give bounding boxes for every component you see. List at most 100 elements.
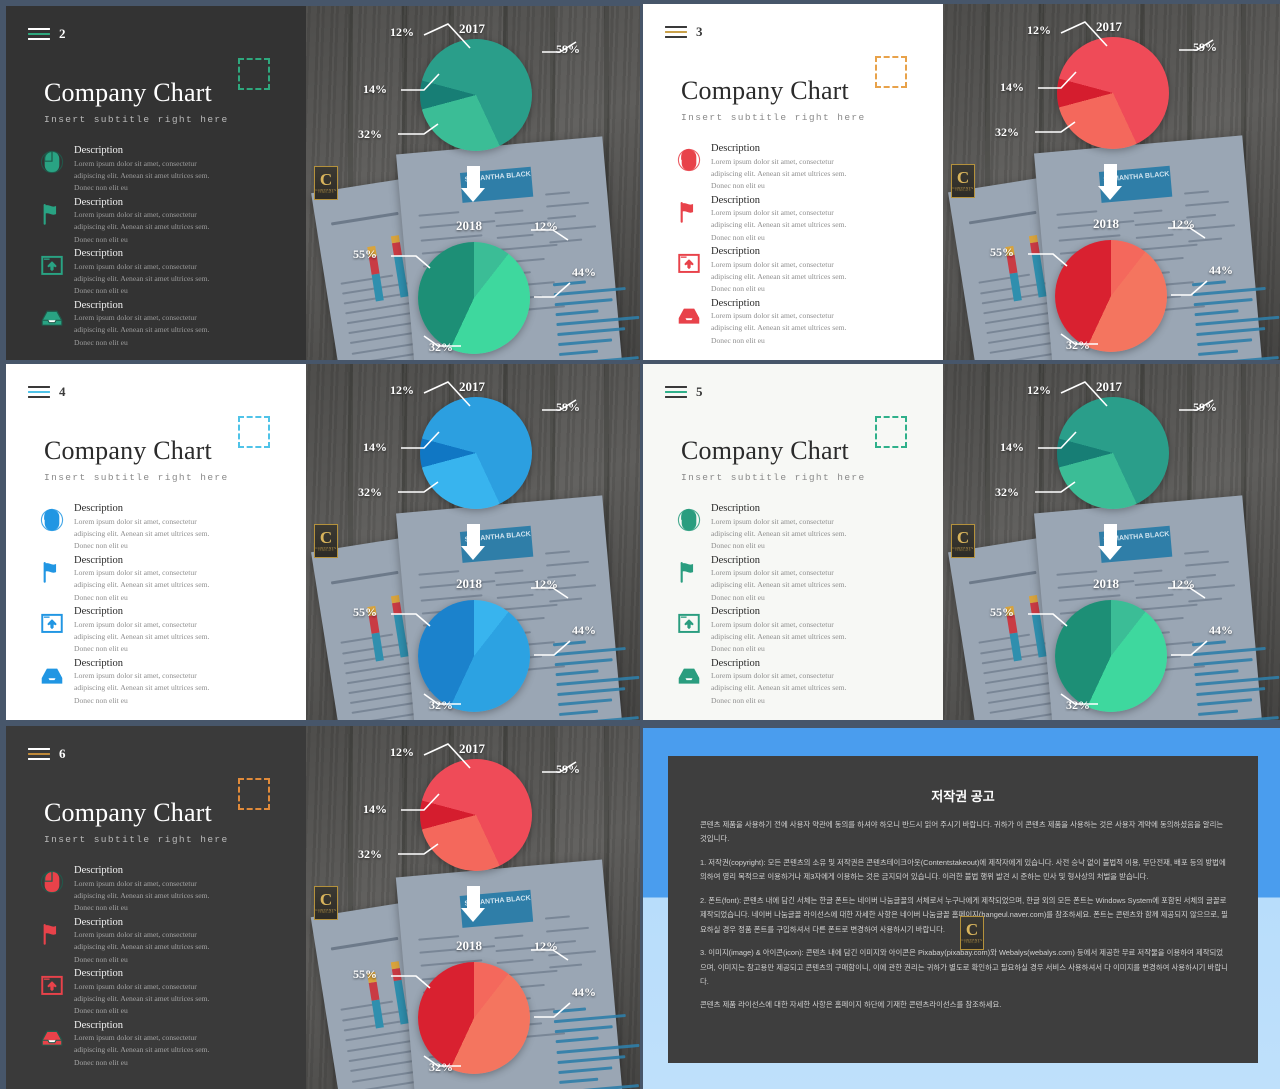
mouse-icon <box>30 502 74 538</box>
feature-item-3[interactable]: Description Lorem ipsum dolor sit amet, c… <box>30 247 282 298</box>
slide-chart-pane: SAMANTHA BLACK C CONTENTS TEMPLATE 2017 12% 59… <box>943 364 1280 720</box>
feature-heading: Description <box>711 554 760 566</box>
feature-item-2[interactable]: Description Lorem ipsum dolor sit amet, c… <box>30 196 282 247</box>
feature-item-2[interactable]: Description Lorem ipsum dolor sit amet, c… <box>667 194 919 245</box>
feature-body-line-3: Donec non elit eu <box>74 541 128 551</box>
feature-body-line-3: Donec non elit eu <box>711 232 765 242</box>
page-title: Company Chart <box>681 436 849 465</box>
upload-box-icon <box>30 247 74 283</box>
feature-body-line-2: adipiscing elit. Aenean sit amet ultrice… <box>74 1045 210 1055</box>
feature-item-3[interactable]: Description Lorem ipsum dolor sit amet, c… <box>30 967 282 1018</box>
feature-body-line-1: Lorem ipsum dolor sit amet, consectetur <box>74 619 197 629</box>
feature-body-line-2: adipiscing elit. Aenean sit amet ultrice… <box>74 890 210 900</box>
feature-body-line-3: Donec non elit eu <box>74 954 128 964</box>
feature-text: Description Lorem ipsum dolor sit amet, c… <box>74 502 282 553</box>
feature-item-3[interactable]: Description Lorem ipsum dolor sit amet, c… <box>667 245 919 296</box>
inbox-icon <box>30 299 74 335</box>
feature-item-3[interactable]: Description Lorem ipsum dolor sit amet, c… <box>30 605 282 656</box>
hamburger-bar-2 <box>28 390 50 394</box>
copyright-frame: 저작권 공고 콘텐츠 제품을 사용하기 전에 사용자 약관에 동의를 하셔야 하오… <box>643 728 1280 1089</box>
page-title: Company Chart <box>44 798 212 827</box>
feature-body-line-1: Lorem ipsum dolor sit amet, consectetur <box>711 516 834 526</box>
feature-body-line-3: Donec non elit eu <box>74 1006 128 1016</box>
feature-heading: Description <box>711 606 760 618</box>
copyright-paragraph-5: 콘텐츠 제품 라이선스에 대한 자세한 사항은 홈페이지 하단에 기재한 콘텐츠… <box>700 1000 1002 1010</box>
page-title: Company Chart <box>681 76 849 105</box>
pie-2018-leader-lines <box>306 726 640 1089</box>
feature-body-line-1: Lorem ipsum dolor sit amet, consectetur <box>74 981 197 991</box>
feature-item-2[interactable]: Description Lorem ipsum dolor sit amet, c… <box>30 554 282 605</box>
feature-heading: Description <box>74 196 123 208</box>
feature-text: Description Lorem ipsum dolor sit amet, c… <box>74 144 282 195</box>
feature-item-4[interactable]: Description Lorem ipsum dolor sit amet, c… <box>30 657 282 708</box>
feature-item-1[interactable]: Description Lorem ipsum dolor sit amet, c… <box>30 864 282 915</box>
feature-item-4[interactable]: Description Lorem ipsum dolor sit amet, c… <box>667 297 919 348</box>
feature-body-line-3: Donec non elit eu <box>74 1057 128 1067</box>
mouse-icon <box>667 502 711 538</box>
page-subtitle: Insert subtitle right here <box>44 834 229 845</box>
hamburger-bar-2 <box>665 30 687 34</box>
hamburger-bar-3 <box>665 395 687 399</box>
feature-body-line-3: Donec non elit eu <box>711 541 765 551</box>
copyright-paragraph-1: 콘텐츠 제품을 사용하기 전에 사용자 약관에 동의를 하셔야 하오니 반드시 … <box>700 820 1224 844</box>
feature-text: Description Lorem ipsum dolor sit amet, c… <box>74 196 282 247</box>
feature-body-line-2: adipiscing elit. Aenean sit amet ultrice… <box>711 168 847 178</box>
feature-text: Description Lorem ipsum dolor sit amet, c… <box>711 554 919 605</box>
feature-body-line-2: adipiscing elit. Aenean sit amet ultrice… <box>74 942 210 952</box>
hamburger-bar-2 <box>665 390 687 394</box>
page-number: 6 <box>59 746 66 761</box>
feature-item-1[interactable]: Description Lorem ipsum dolor sit amet, c… <box>30 144 282 195</box>
slide-chart-pane: SAMANTHA BLACK C CONTENTS TEMPLATE 2017 12% 59… <box>306 364 640 720</box>
feature-list: Description Lorem ipsum dolor sit amet, c… <box>667 502 919 708</box>
menu-toggle[interactable]: 4 <box>28 384 66 400</box>
feature-heading: Description <box>711 194 760 206</box>
inbox-icon <box>30 657 74 693</box>
feature-item-4[interactable]: Description Lorem ipsum dolor sit amet, c… <box>30 299 282 350</box>
feature-body-line-1: Lorem ipsum dolor sit amet, consectetur <box>711 568 834 578</box>
feature-body-line-3: Donec non elit eu <box>74 286 128 296</box>
hamburger-icon <box>28 385 50 399</box>
pie-2018-leader-lines <box>306 6 640 360</box>
feature-item-1[interactable]: Description Lorem ipsum dolor sit amet, c… <box>667 142 919 193</box>
feature-body-line-1: Lorem ipsum dolor sit amet, consectetur <box>74 313 197 323</box>
feature-item-1[interactable]: Description Lorem ipsum dolor sit amet, c… <box>667 502 919 553</box>
hamburger-icon <box>665 25 687 39</box>
feature-item-3[interactable]: Description Lorem ipsum dolor sit amet, c… <box>667 605 919 656</box>
feature-body-line-3: Donec non elit eu <box>711 181 765 191</box>
feature-item-2[interactable]: Description Lorem ipsum dolor sit amet, c… <box>30 916 282 967</box>
feature-body-line-3: Donec non elit eu <box>74 234 128 244</box>
feature-text: Description Lorem ipsum dolor sit amet, c… <box>711 142 919 193</box>
dashed-square-accent <box>238 416 270 448</box>
feature-body-line-2: adipiscing elit. Aenean sit amet ultrice… <box>711 580 847 590</box>
feature-text: Description Lorem ipsum dolor sit amet, c… <box>711 605 919 656</box>
feature-body-line-1: Lorem ipsum dolor sit amet, consectetur <box>74 1033 197 1043</box>
feature-body-line-1: Lorem ipsum dolor sit amet, consectetur <box>74 930 197 940</box>
feature-heading: Description <box>74 503 123 514</box>
hamburger-bar-1 <box>665 25 687 29</box>
feature-body-line-1: Lorem ipsum dolor sit amet, consectetur <box>74 516 197 526</box>
dashed-square-accent <box>875 416 907 448</box>
feature-list: Description Lorem ipsum dolor sit amet, c… <box>30 144 282 350</box>
menu-toggle[interactable]: 3 <box>665 24 703 40</box>
feature-body-line-2: adipiscing elit. Aenean sit amet ultrice… <box>711 683 847 693</box>
upload-box-icon <box>30 605 74 641</box>
page-number: 5 <box>696 384 703 399</box>
feature-heading: Description <box>74 299 123 311</box>
copyright-paragraph-2: 1. 저작권(copyright): 모든 콘텐츠의 소유 및 저작권은 콘텐츠… <box>700 857 1226 882</box>
feature-item-4[interactable]: Description Lorem ipsum dolor sit amet, c… <box>667 657 919 708</box>
feature-item-2[interactable]: Description Lorem ipsum dolor sit amet, c… <box>667 554 919 605</box>
mouse-icon <box>30 864 74 900</box>
hamburger-bar-2 <box>28 32 50 36</box>
feature-heading: Description <box>711 503 760 514</box>
page-title: Company Chart <box>44 436 212 465</box>
feature-body-line-2: adipiscing elit. Aenean sit amet ultrice… <box>74 222 210 232</box>
menu-toggle[interactable]: 2 <box>28 26 66 42</box>
feature-item-1[interactable]: Description Lorem ipsum dolor sit amet, c… <box>30 502 282 553</box>
feature-item-4[interactable]: Description Lorem ipsum dolor sit amet, c… <box>30 1019 282 1070</box>
menu-toggle[interactable]: 5 <box>665 384 703 400</box>
feature-body-line-1: Lorem ipsum dolor sit amet, consectetur <box>74 158 197 168</box>
menu-toggle[interactable]: 6 <box>28 746 66 762</box>
feature-body-line-3: Donec non elit eu <box>711 695 765 705</box>
feature-body-line-1: Lorem ipsum dolor sit amet, consectetur <box>711 619 834 629</box>
feature-body-line-3: Donec non elit eu <box>74 183 128 193</box>
